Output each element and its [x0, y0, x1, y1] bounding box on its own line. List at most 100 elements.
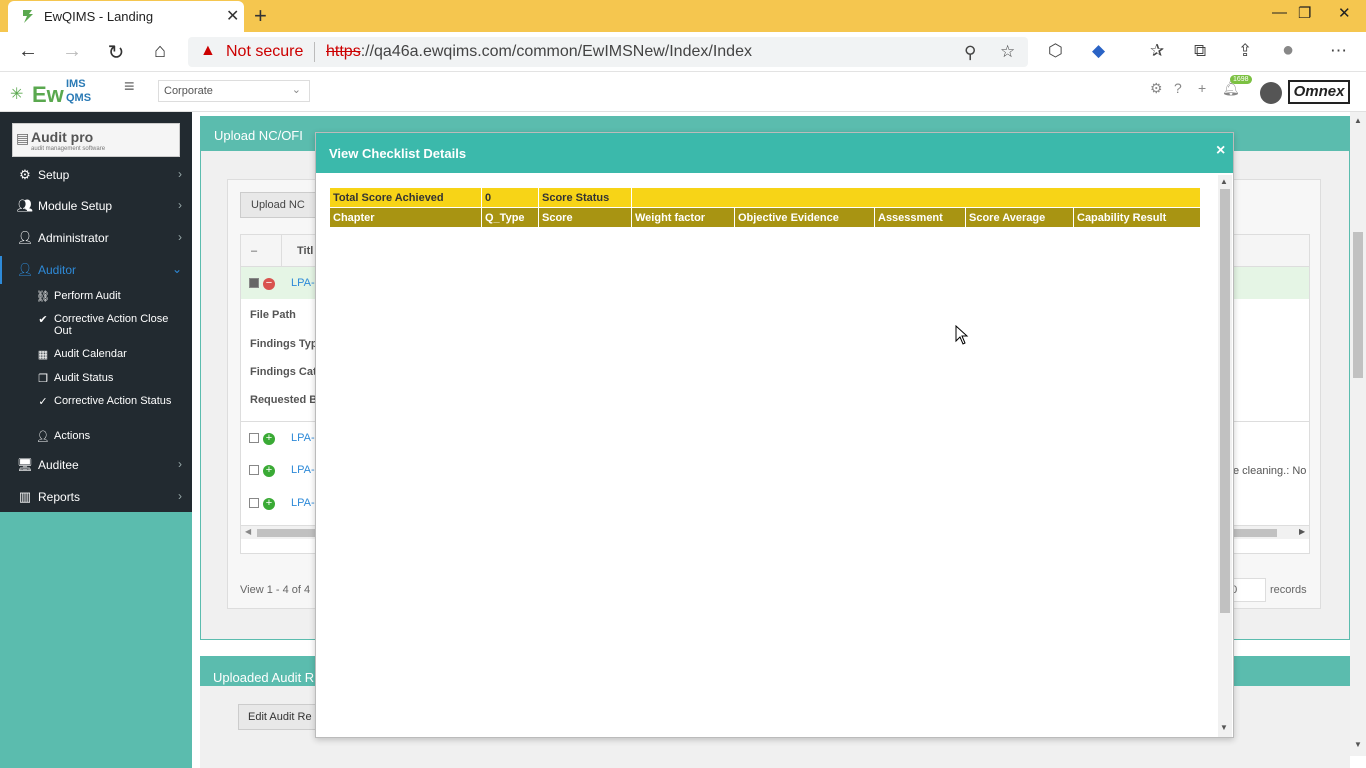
favorites-icon[interactable]: ✰ [1150, 41, 1164, 61]
scroll-down-icon[interactable]: ▼ [1220, 723, 1228, 732]
modal-vertical-scrollbar[interactable]: ▲ ▼ [1218, 175, 1232, 737]
chevron-right-icon: › [178, 230, 182, 244]
share-icon[interactable]: ⇪ [1238, 41, 1252, 61]
sidebar-item-auditee[interactable]: 🖥︎ Auditee › [0, 451, 192, 479]
user-avatar[interactable] [1260, 82, 1282, 104]
scroll-right-icon[interactable]: ▶ [1299, 527, 1305, 536]
browser-tab-strip: EwQIMS - Landing ✕ + — ❐ ✕ [0, 0, 1366, 32]
zoom-icon[interactable]: ⚲ [964, 43, 976, 63]
expand-row-icon[interactable]: + [263, 433, 275, 445]
logo-qms: QMS [66, 92, 92, 104]
audit-pro-subtitle: audit management software [31, 146, 106, 152]
records-label: records [1270, 584, 1307, 596]
column-header-score-average[interactable]: Score Average [965, 207, 1074, 228]
expand-row-icon[interactable]: + [263, 465, 275, 477]
scroll-left-icon[interactable]: ◀ [245, 527, 251, 536]
column-header-capability-result[interactable]: Capability Result [1073, 207, 1201, 228]
scroll-up-icon[interactable]: ▲ [1220, 177, 1228, 186]
sidebar-item-administrator[interactable]: 👤︎ Administrator › [0, 224, 192, 252]
menu-toggle-icon[interactable]: ≡ [124, 76, 135, 97]
sidebar-subitem-actions[interactable]: 👤︎ Actions [36, 430, 186, 444]
gear-icon: ⚙ [19, 167, 31, 182]
browser-toolbar: ← → ↻ ⌂ ▲ Not secure https://qa46a.ewqim… [0, 32, 1366, 72]
sidebar-subitem-audit-status[interactable]: ❐ Audit Status [36, 372, 186, 386]
column-header-chapter[interactable]: Chapter [329, 207, 482, 228]
chevron-right-icon: › [178, 489, 182, 503]
row-link[interactable]: LPA- [291, 277, 315, 289]
restore-icon[interactable]: ❐ [1298, 4, 1311, 22]
logo-sun-icon: ✳ [10, 86, 24, 103]
favorite-star-icon[interactable]: ☆ [1000, 42, 1015, 62]
chevron-down-icon: ⌄ [171, 262, 182, 276]
url-text: https://qa46a.ewqims.com/common/EwIMSNew… [326, 43, 752, 61]
home-icon[interactable]: ⌂ [148, 40, 172, 63]
sidebar-item-label: Reports [38, 490, 81, 504]
column-header-weight-factor[interactable]: Weight factor [631, 207, 735, 228]
profile-extension-icon[interactable]: ◆ [1092, 41, 1105, 61]
more-menu-icon[interactable]: ⋯ [1330, 41, 1347, 61]
row-link[interactable]: LPA- [291, 497, 315, 509]
check-circle-icon: ✔ [38, 314, 48, 326]
total-score-value: 0 [481, 187, 539, 208]
tab-close-icon[interactable]: ✕ [226, 6, 239, 26]
user-screen-icon: 🖥︎ [16, 457, 34, 472]
column-header-objective-evidence[interactable]: Objective Evidence [734, 207, 875, 228]
total-score-label: Total Score Achieved [329, 187, 482, 208]
refresh-icon[interactable]: ↻ [104, 40, 128, 65]
sidebar-item-auditor[interactable]: 👤︎ Auditor ⌄ [0, 256, 192, 284]
sidebar-item-setup[interactable]: ⚙ Setup › [0, 161, 192, 189]
row-checkbox[interactable] [249, 433, 259, 443]
sidebar-subitem-corrective-action-status[interactable]: ✓ Corrective Action Status [36, 395, 186, 421]
scroll-up-icon[interactable]: ▲ [1354, 116, 1362, 125]
sidebar-subitem-audit-calendar[interactable]: ▦ Audit Calendar [36, 348, 186, 362]
back-icon[interactable]: ← [16, 40, 40, 63]
profile-avatar-icon[interactable]: ● [1282, 39, 1294, 62]
collapse-row-icon[interactable]: − [263, 278, 275, 290]
column-header-q-type[interactable]: Q_Type [481, 207, 539, 228]
extension-icon[interactable]: ⬡ [1048, 41, 1063, 61]
audit-pro-logo: ▤ Audit pro audit management software [12, 123, 180, 157]
scroll-down-icon[interactable]: ▼ [1354, 740, 1362, 749]
page-vertical-scrollbar[interactable]: ▲ ▼ [1350, 112, 1366, 756]
sidebar-item-label: Administrator [38, 231, 109, 245]
forward-icon[interactable]: → [60, 40, 84, 63]
browser-tab[interactable]: EwQIMS - Landing ✕ [8, 1, 244, 32]
address-bar[interactable]: ▲ Not secure https://qa46a.ewqims.com/co… [188, 37, 1028, 67]
collections-icon[interactable]: ⧉ [1194, 41, 1206, 61]
grid-header-title[interactable]: Titl [297, 245, 313, 257]
expand-row-icon[interactable]: + [263, 498, 275, 510]
sidebar-item-reports[interactable]: ▥ Reports › [0, 483, 192, 511]
not-secure-label: Not secure [226, 43, 304, 60]
upload-nc-button[interactable]: Upload NC [240, 192, 320, 218]
row-link[interactable]: LPA- [291, 464, 315, 476]
user-gear-icon: 👤︎ [16, 230, 34, 245]
row-link[interactable]: LPA- [291, 432, 315, 444]
corporate-select[interactable]: Corporate ⌄ [158, 80, 310, 102]
settings-gear-icon[interactable]: ⚙ [1150, 80, 1163, 97]
column-header-score[interactable]: Score [538, 207, 632, 228]
grid-header-expand[interactable]: – [251, 245, 257, 257]
sidebar-item-module-setup[interactable]: 👥︎ Module Setup › [0, 192, 192, 220]
sidebar-subitem-corrective-action-close-out[interactable]: ✔ Corrective Action Close Out [36, 313, 186, 339]
sidebar-subitem-perform-audit[interactable]: ⛓ Perform Audit [36, 290, 186, 304]
detail-label-requested-by: Requested B [250, 394, 318, 406]
column-header-assessment[interactable]: Assessment [874, 207, 966, 228]
row-checkbox[interactable] [249, 498, 259, 508]
window-close-icon[interactable]: ✕ [1338, 4, 1351, 22]
notification-badge: 1698 [1230, 75, 1252, 84]
help-icon[interactable]: ? [1174, 80, 1182, 96]
add-icon[interactable]: + [1198, 80, 1206, 96]
row-checkbox[interactable] [249, 465, 259, 475]
ewqims-logo[interactable]: ✳ Ew IMS QMS [10, 78, 94, 107]
modal-close-icon[interactable]: × [1216, 142, 1225, 160]
sitemap-icon: ⛓ [36, 291, 50, 303]
detail-label-findings-category: Findings Cat [250, 366, 317, 378]
scrollbar-thumb[interactable] [1353, 232, 1363, 378]
score-status-value [631, 187, 1201, 208]
new-tab-button[interactable]: + [254, 3, 267, 29]
scrollbar-thumb[interactable] [1220, 189, 1230, 613]
row-checkbox[interactable] [249, 278, 259, 288]
address-divider [314, 42, 315, 62]
app-header: ✳ Ew IMS QMS ≡ Corporate ⌄ ⚙ ? + 🔔︎ 1698… [0, 72, 1366, 112]
minimize-icon[interactable]: — [1272, 4, 1287, 21]
